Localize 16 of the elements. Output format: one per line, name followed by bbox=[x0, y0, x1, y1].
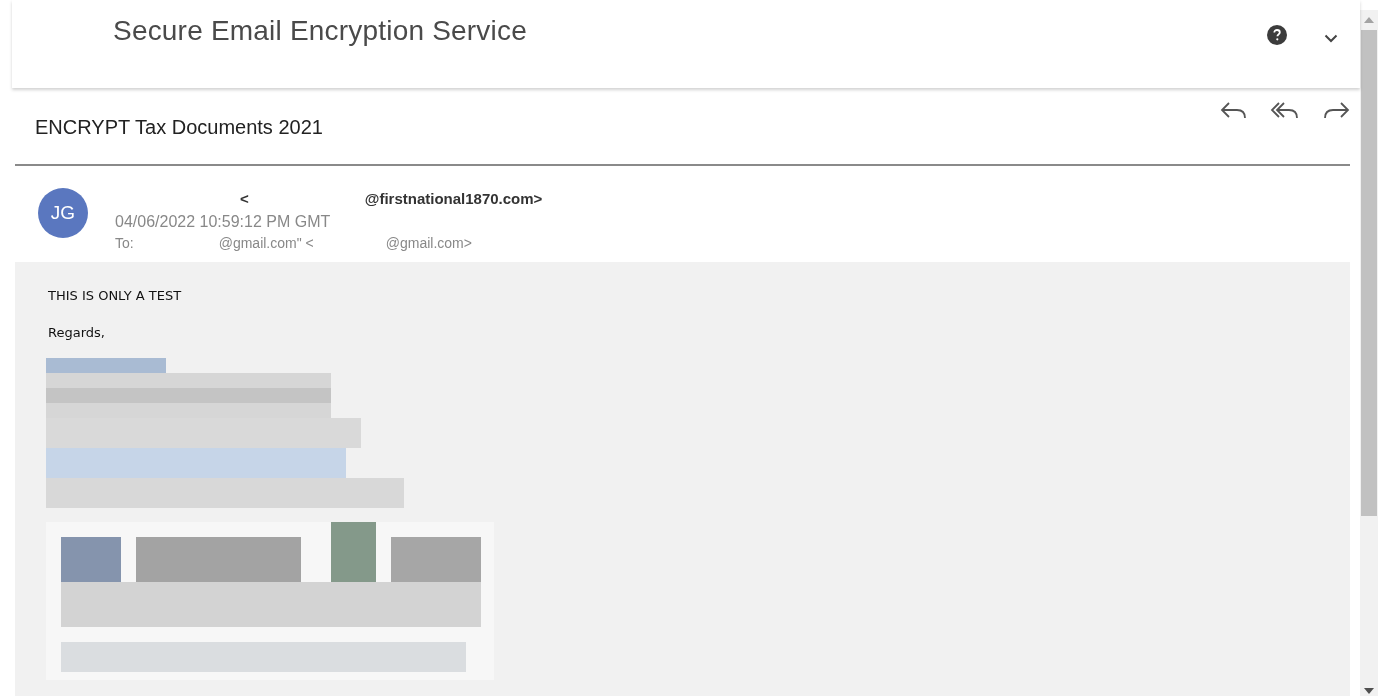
sender-avatar: JG bbox=[38, 188, 88, 238]
scroll-down-icon[interactable] bbox=[1364, 688, 1374, 694]
scrollbar-thumb[interactable] bbox=[1361, 30, 1377, 516]
sender-name: < bbox=[240, 190, 249, 207]
to-label: To: bbox=[115, 235, 134, 251]
recipient-address: @gmail.com> bbox=[385, 235, 472, 251]
email-subject: ENCRYPT Tax Documents 2021 bbox=[35, 116, 323, 140]
app-title: Secure Email Encryption Service bbox=[113, 15, 527, 47]
chevron-down-icon[interactable] bbox=[1324, 33, 1338, 43]
message-text: THIS IS ONLY A TEST bbox=[48, 288, 183, 303]
help-icon[interactable] bbox=[1266, 24, 1288, 46]
sender-address: @firstnational1870.com> bbox=[364, 190, 543, 207]
message-text: Regards, bbox=[48, 325, 106, 340]
scrollbar[interactable] bbox=[1360, 10, 1378, 696]
sent-date: 04/06/2022 10:59:12 PM GMT bbox=[115, 212, 332, 232]
recipient-address: @gmail.com" < bbox=[218, 235, 314, 251]
